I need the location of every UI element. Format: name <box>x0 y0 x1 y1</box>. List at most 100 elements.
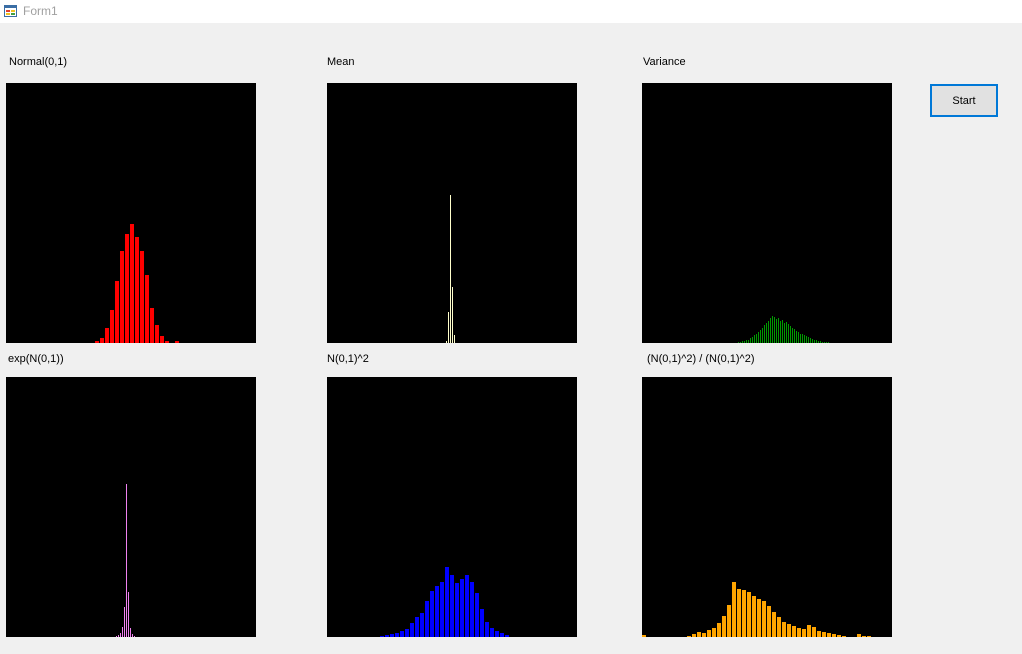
histogram-bar <box>797 628 801 637</box>
start-button[interactable]: Start <box>930 84 998 117</box>
histogram-bar <box>160 336 164 343</box>
histogram-bar <box>445 567 449 637</box>
histogram-bar <box>727 605 731 637</box>
histogram-bar <box>818 341 819 343</box>
histogram-bar <box>768 321 769 343</box>
histogram-bar <box>750 338 751 343</box>
histogram-bar <box>116 636 117 637</box>
label-normal: Normal(0,1) <box>9 56 68 68</box>
histogram-bar <box>742 341 743 343</box>
histogram-bar <box>764 325 765 343</box>
histogram-bar <box>758 332 759 343</box>
histogram-bar <box>738 342 739 343</box>
histogram-bar <box>786 322 787 343</box>
histogram-bar <box>405 629 409 637</box>
histogram-bar <box>757 599 761 637</box>
histogram-bar <box>395 633 399 637</box>
window-title: Form1 <box>23 4 58 18</box>
histogram-bar <box>125 234 129 343</box>
histogram-bar <box>776 319 777 343</box>
histogram-bar <box>642 635 646 637</box>
chart-mean <box>327 83 577 343</box>
histogram-bar <box>740 342 741 343</box>
chart-exp <box>6 377 256 637</box>
histogram-bar <box>862 636 866 637</box>
chart-square <box>327 377 577 637</box>
histogram-bar <box>777 617 781 637</box>
histogram-bar <box>746 340 747 343</box>
histogram-bar <box>722 616 726 637</box>
histogram-bar <box>806 336 807 343</box>
histogram-bar <box>450 575 454 637</box>
histogram-bar <box>756 334 757 343</box>
histogram-bar <box>450 195 451 343</box>
histogram-bar <box>762 601 766 637</box>
histogram-bar <box>100 338 104 343</box>
histogram-bar <box>135 237 139 343</box>
histogram-bar <box>505 635 509 637</box>
histogram-bar <box>485 622 489 637</box>
histogram-bar <box>697 632 701 637</box>
histogram-bar <box>120 633 121 637</box>
histogram-bar <box>465 575 469 637</box>
histogram-bar <box>446 341 447 343</box>
histogram-bar <box>737 589 741 637</box>
histogram-bar <box>820 341 821 343</box>
histogram-bar <box>744 341 745 343</box>
histogram-bar <box>762 328 763 343</box>
histogram-bar <box>812 627 816 637</box>
histogram-bar <box>827 633 831 637</box>
histogram-bar <box>500 633 504 637</box>
histogram-bar <box>857 634 861 637</box>
histogram-bar <box>810 338 811 343</box>
histogram-bar <box>490 628 494 637</box>
histogram-bar <box>812 339 813 343</box>
histogram-bar <box>802 334 803 343</box>
histogram-bar <box>165 341 169 343</box>
histogram-bar <box>824 342 825 343</box>
histogram-bar <box>707 630 711 637</box>
histogram-bar <box>822 632 826 637</box>
histogram-bar <box>747 592 751 637</box>
histogram-bar <box>480 609 484 637</box>
histogram-bar <box>826 342 827 343</box>
histogram-bar <box>794 329 795 343</box>
app-icon <box>4 5 17 17</box>
histogram-bar <box>470 582 474 637</box>
label-ratio: (N(0,1)^2) / (N(0,1)^2) <box>647 353 755 365</box>
histogram-bar <box>787 624 791 637</box>
histogram-bar <box>816 340 817 343</box>
histogram-bar <box>772 316 773 343</box>
histogram-bar <box>760 330 761 343</box>
histogram-bar <box>145 275 149 343</box>
histogram-bar <box>802 629 806 637</box>
histogram-bar <box>808 337 809 343</box>
histogram-bar <box>748 340 749 343</box>
histogram-bar <box>140 251 144 343</box>
histogram-bar <box>400 631 404 637</box>
histogram-bar <box>128 592 129 637</box>
chart-variance <box>642 83 892 343</box>
histogram-bar <box>475 593 479 637</box>
histogram-bar <box>792 328 793 343</box>
histogram-bar <box>425 601 429 637</box>
histogram-bar <box>828 342 829 343</box>
chart-normal <box>6 83 256 343</box>
histogram-bar <box>132 634 133 637</box>
histogram-bar <box>770 318 771 343</box>
histogram-bar <box>814 340 815 343</box>
histogram-bar <box>842 636 846 637</box>
histogram-bar <box>772 612 776 637</box>
histogram-bar <box>778 318 779 343</box>
histogram-bar <box>130 224 134 343</box>
histogram-bar <box>495 631 499 637</box>
histogram-bar <box>105 328 109 343</box>
histogram-bar <box>774 317 775 343</box>
histogram-bar <box>134 636 135 637</box>
histogram-bar <box>455 583 459 637</box>
histogram-bar <box>796 331 797 343</box>
histogram-bar <box>732 582 736 637</box>
histogram-bar <box>804 335 805 343</box>
histogram-bar <box>754 335 755 343</box>
histogram-bar <box>385 635 389 637</box>
